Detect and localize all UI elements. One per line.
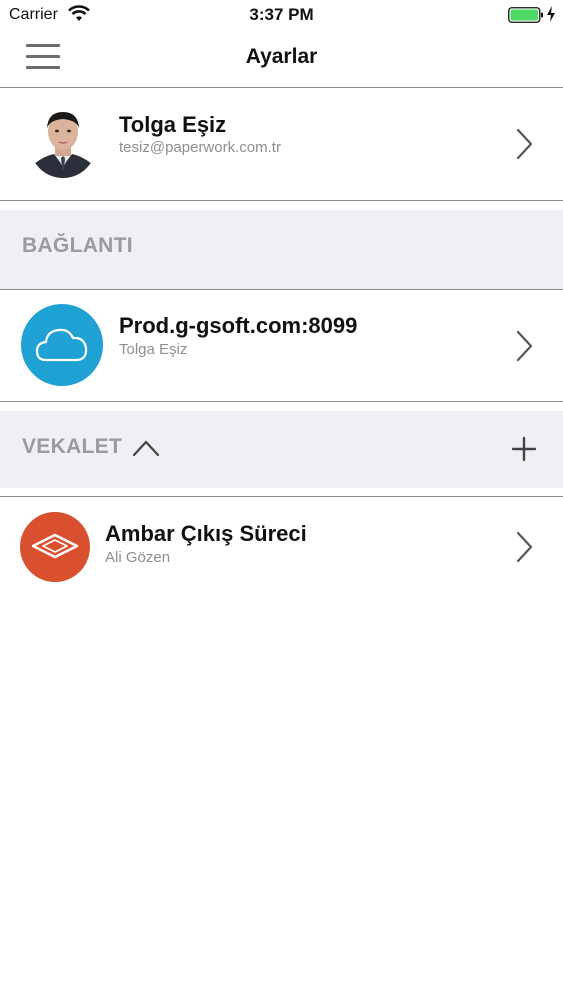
navigation-bar: Ayarlar: [0, 30, 563, 88]
chevron-right-icon: [516, 330, 533, 362]
plus-icon[interactable]: [511, 436, 537, 462]
chevron-up-icon[interactable]: [132, 439, 160, 457]
proxy-section-header: VEKALET: [0, 411, 563, 488]
profile-email: tesiz@paperwork.com.tr: [119, 139, 281, 156]
chevron-right-icon: [516, 128, 533, 160]
section-title-connection: BAĞLANTI: [22, 234, 133, 257]
profile-row[interactable]: Tolga Eşiz tesiz@paperwork.com.tr: [0, 88, 563, 201]
page-title: Ayarlar: [245, 45, 318, 68]
connection-row[interactable]: Prod.g-gsoft.com:8099 Tolga Eşiz: [0, 289, 563, 402]
status-bar: Carrier 3:37 PM: [0, 0, 563, 30]
clock: 3:37 PM: [249, 5, 314, 24]
server-address: Prod.g-gsoft.com:8099: [119, 313, 358, 338]
cloud-icon: [21, 304, 103, 386]
connection-section-header: BAĞLANTI: [0, 210, 563, 289]
diamond-icon: [20, 512, 90, 582]
proxy-item-row[interactable]: Ambar Çıkış Süreci Ali Gözen: [0, 496, 563, 596]
connection-user: Tolga Eşiz: [119, 341, 188, 358]
avatar: [30, 106, 96, 178]
section-title-proxy: VEKALET: [22, 435, 123, 458]
profile-name: Tolga Eşiz: [119, 112, 227, 137]
proxy-item-title: Ambar Çıkış Süreci: [105, 521, 307, 546]
chevron-right-icon: [516, 531, 533, 563]
charging-bolt-icon: [547, 6, 555, 22]
battery-icon: [508, 7, 543, 23]
proxy-item-subtitle: Ali Gözen: [105, 549, 171, 566]
